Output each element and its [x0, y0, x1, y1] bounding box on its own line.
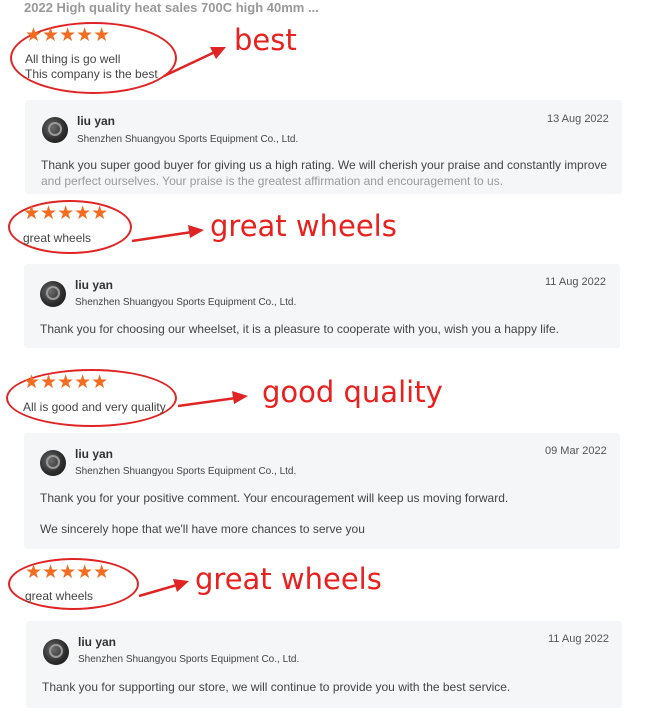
annotation-good-quality: good quality — [262, 375, 443, 409]
seller-reply-card: liu yan Shenzhen Shuangyou Sports Equipm… — [24, 264, 620, 348]
red-arrow — [163, 47, 226, 78]
review-text-line-1: All thing is go well — [25, 52, 121, 66]
reply-date: 11 Aug 2022 — [545, 276, 606, 288]
review-text-line-1: great wheels — [23, 231, 92, 245]
reply-text-line-2: and perfect ourselves. Your praise is th… — [41, 174, 504, 188]
reply-company: Shenzhen Shuangyou Sports Equipment Co.,… — [75, 297, 297, 308]
avatar — [43, 639, 69, 665]
star-rating: ★★★★★ — [23, 372, 109, 393]
annotation-great-wheels: great wheels — [195, 562, 382, 596]
reply-text-line-1: Thank you for supporting our store, we w… — [42, 680, 511, 694]
reply-author: liu yan — [75, 447, 114, 461]
seller-reply-card: liu yan Shenzhen Shuangyou Sports Equipm… — [25, 100, 622, 194]
reply-text-line-1: Thank you for choosing our wheelset, it … — [40, 322, 559, 336]
reply-text-line-1: Thank you for your positive comment. You… — [40, 491, 509, 505]
product-title[interactable]: 2022 High quality heat sales 700C high 4… — [24, 0, 319, 15]
reply-author: liu yan — [75, 278, 114, 292]
reply-author: liu yan — [77, 114, 116, 128]
annotation-great-wheels: great wheels — [210, 209, 397, 243]
star-rating: ★★★★★ — [25, 25, 111, 46]
review-text-line-1: All is good and very quality — [23, 400, 166, 414]
red-arrow — [131, 225, 204, 243]
reply-date: 11 Aug 2022 — [548, 633, 609, 645]
reply-author: liu yan — [78, 635, 117, 649]
avatar — [42, 117, 68, 143]
red-arrow — [138, 579, 189, 598]
reply-company: Shenzhen Shuangyou Sports Equipment Co.,… — [78, 654, 300, 665]
reply-text-line-2: We sincerely hope that we'll have more c… — [40, 522, 365, 536]
seller-reply-card: liu yan Shenzhen Shuangyou Sports Equipm… — [24, 433, 620, 549]
star-rating: ★★★★★ — [23, 203, 109, 224]
annotation-best: best — [234, 23, 297, 57]
reply-company: Shenzhen Shuangyou Sports Equipment Co.,… — [77, 134, 299, 145]
review-text-line-1: great wheels — [25, 589, 94, 603]
reply-date: 13 Aug 2022 — [547, 113, 609, 125]
red-arrow — [177, 391, 248, 408]
seller-reply-card: liu yan Shenzhen Shuangyou Sports Equipm… — [26, 621, 622, 708]
avatar — [40, 450, 66, 476]
review-text-line-2: This company is the best — [25, 67, 158, 81]
reply-date: 09 Mar 2022 — [545, 445, 607, 457]
reply-text-line-1: Thank you super good buyer for giving us… — [41, 158, 608, 172]
star-rating: ★★★★★ — [25, 562, 111, 583]
reply-company: Shenzhen Shuangyou Sports Equipment Co.,… — [75, 466, 297, 477]
avatar — [40, 281, 66, 307]
